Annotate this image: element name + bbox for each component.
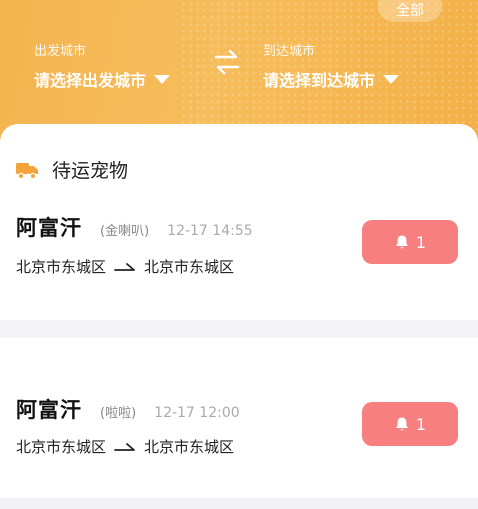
all-filter-button[interactable]: 全部: [378, 0, 442, 22]
route-origin: 北京市东城区: [16, 258, 107, 276]
section-title: 待运宠物: [52, 160, 129, 182]
pet-time: 12-17 14:55: [167, 223, 253, 239]
pet-name: 阿富汗: [16, 216, 82, 240]
pet-info-row: 阿富汗 (金喇叭) 12-17 14:55: [16, 212, 253, 242]
route-row: 北京市东城区 北京市东城区: [16, 256, 234, 277]
remind-button[interactable]: 1: [362, 402, 458, 446]
remind-count: 1: [415, 232, 427, 252]
truck-icon: [16, 162, 38, 179]
route-destination: 北京市东城区: [144, 438, 235, 456]
pet-info-row: 阿富汗 (啦啦) 12-17 12:00: [16, 394, 240, 424]
route-row: 北京市东城区 北京市东城区: [16, 436, 234, 457]
from-city-picker[interactable]: 出发城市 请选择出发城市: [34, 40, 171, 91]
pet-breed: (金喇叭): [100, 224, 150, 239]
all-filter-label: 全部: [396, 3, 424, 19]
swap-icon[interactable]: [212, 48, 242, 76]
pet-name: 阿富汗: [16, 398, 82, 422]
bottom-spacer: [0, 498, 478, 509]
from-city-select-label: 请选择出发城市: [34, 71, 147, 90]
route-origin: 北京市东城区: [16, 438, 107, 456]
from-city-caption: 出发城市: [34, 44, 87, 59]
bell-icon: [395, 235, 408, 249]
pet-breed: (啦啦): [100, 406, 137, 421]
remind-count: 1: [415, 414, 427, 434]
to-city-caption: 到达城市: [263, 44, 316, 59]
card-separator: [0, 320, 478, 338]
route-destination: 北京市东城区: [144, 258, 235, 276]
caret-down-icon: [383, 74, 400, 84]
remind-button[interactable]: 1: [362, 220, 458, 264]
bell-icon: [395, 417, 408, 431]
from-city-select[interactable]: 请选择出发城市: [34, 67, 171, 91]
arrow-right-icon: [114, 262, 135, 271]
section-header: 待运宠物: [16, 156, 128, 183]
to-city-select[interactable]: 请选择到达城市: [263, 67, 400, 91]
pet-time: 12-17 12:00: [154, 405, 240, 421]
to-city-select-label: 请选择到达城市: [263, 71, 376, 90]
arrow-right-icon: [114, 442, 135, 451]
to-city-picker[interactable]: 到达城市 请选择到达城市: [263, 40, 400, 91]
caret-down-icon: [154, 74, 171, 84]
